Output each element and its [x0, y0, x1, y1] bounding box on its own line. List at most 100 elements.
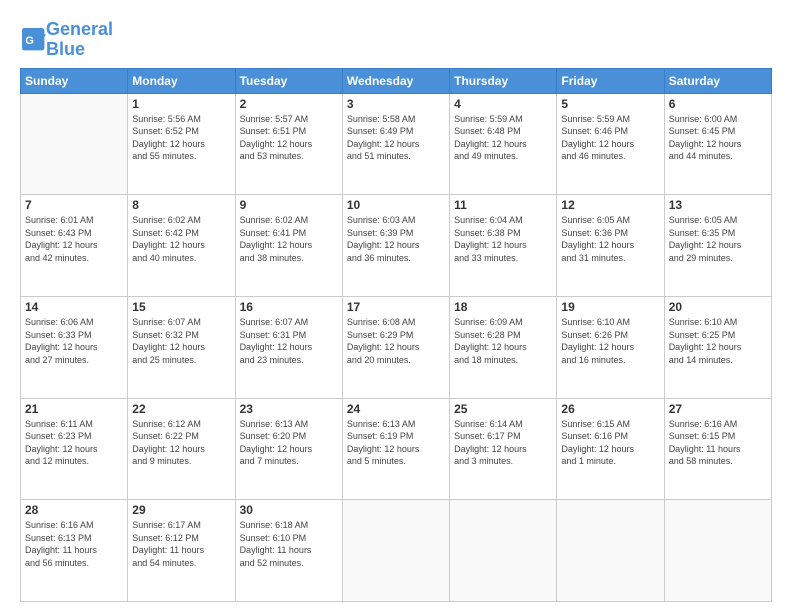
day-number: 21: [25, 402, 123, 416]
day-info: Sunrise: 6:01 AM Sunset: 6:43 PM Dayligh…: [25, 214, 123, 264]
day-number: 12: [561, 198, 659, 212]
weekday-header-row: SundayMondayTuesdayWednesdayThursdayFrid…: [21, 68, 772, 93]
day-number: 1: [132, 97, 230, 111]
day-info: Sunrise: 6:18 AM Sunset: 6:10 PM Dayligh…: [240, 519, 338, 569]
day-number: 17: [347, 300, 445, 314]
calendar-cell: 26 Sunrise: 6:15 AM Sunset: 6:16 PM Dayli…: [557, 398, 664, 500]
calendar-cell: 28 Sunrise: 6:16 AM Sunset: 6:13 PM Dayli…: [21, 500, 128, 602]
day-info: Sunrise: 5:56 AM Sunset: 6:52 PM Dayligh…: [132, 113, 230, 163]
calendar-cell: 25 Sunrise: 6:14 AM Sunset: 6:17 PM Dayli…: [450, 398, 557, 500]
day-number: 22: [132, 402, 230, 416]
day-number: 16: [240, 300, 338, 314]
day-number: 27: [669, 402, 767, 416]
day-info: Sunrise: 6:16 AM Sunset: 6:15 PM Dayligh…: [669, 418, 767, 468]
calendar-cell: 12 Sunrise: 6:05 AM Sunset: 6:36 PM Dayli…: [557, 195, 664, 297]
day-number: 28: [25, 503, 123, 517]
weekday-header-friday: Friday: [557, 68, 664, 93]
day-number: 2: [240, 97, 338, 111]
calendar-cell: 22 Sunrise: 6:12 AM Sunset: 6:22 PM Dayli…: [128, 398, 235, 500]
calendar-cell: 13 Sunrise: 6:05 AM Sunset: 6:35 PM Dayli…: [664, 195, 771, 297]
calendar-cell: [450, 500, 557, 602]
weekday-header-sunday: Sunday: [21, 68, 128, 93]
day-number: 26: [561, 402, 659, 416]
day-info: Sunrise: 6:09 AM Sunset: 6:28 PM Dayligh…: [454, 316, 552, 366]
day-info: Sunrise: 6:02 AM Sunset: 6:42 PM Dayligh…: [132, 214, 230, 264]
calendar-cell: 7 Sunrise: 6:01 AM Sunset: 6:43 PM Daylig…: [21, 195, 128, 297]
calendar-table: SundayMondayTuesdayWednesdayThursdayFrid…: [20, 68, 772, 602]
calendar-cell: 9Sunrise: 6:02 AM Sunset: 6:41 PM Daylig…: [235, 195, 342, 297]
day-info: Sunrise: 6:04 AM Sunset: 6:38 PM Dayligh…: [454, 214, 552, 264]
day-info: Sunrise: 6:14 AM Sunset: 6:17 PM Dayligh…: [454, 418, 552, 468]
calendar-cell: 23Sunrise: 6:13 AM Sunset: 6:20 PM Dayli…: [235, 398, 342, 500]
day-info: Sunrise: 6:03 AM Sunset: 6:39 PM Dayligh…: [347, 214, 445, 264]
calendar-cell: 27 Sunrise: 6:16 AM Sunset: 6:15 PM Dayli…: [664, 398, 771, 500]
calendar-week-3: 14 Sunrise: 6:06 AM Sunset: 6:33 PM Dayli…: [21, 296, 772, 398]
calendar-cell: 24Sunrise: 6:13 AM Sunset: 6:19 PM Dayli…: [342, 398, 449, 500]
calendar-cell: 29Sunrise: 6:17 AM Sunset: 6:12 PM Dayli…: [128, 500, 235, 602]
calendar-cell: [342, 500, 449, 602]
day-number: 5: [561, 97, 659, 111]
day-info: Sunrise: 5:59 AM Sunset: 6:48 PM Dayligh…: [454, 113, 552, 163]
day-number: 10: [347, 198, 445, 212]
calendar-cell: [664, 500, 771, 602]
day-info: Sunrise: 6:15 AM Sunset: 6:16 PM Dayligh…: [561, 418, 659, 468]
calendar-cell: 17Sunrise: 6:08 AM Sunset: 6:29 PM Dayli…: [342, 296, 449, 398]
calendar-cell: 2 Sunrise: 5:57 AM Sunset: 6:51 PM Daylig…: [235, 93, 342, 195]
calendar-week-5: 28 Sunrise: 6:16 AM Sunset: 6:13 PM Dayli…: [21, 500, 772, 602]
day-number: 7: [25, 198, 123, 212]
logo-icon: G: [22, 28, 46, 52]
calendar-body: 1 Sunrise: 5:56 AM Sunset: 6:52 PM Daylig…: [21, 93, 772, 601]
calendar-cell: 20 Sunrise: 6:10 AM Sunset: 6:25 PM Dayli…: [664, 296, 771, 398]
weekday-header-wednesday: Wednesday: [342, 68, 449, 93]
calendar-week-2: 7 Sunrise: 6:01 AM Sunset: 6:43 PM Daylig…: [21, 195, 772, 297]
day-info: Sunrise: 6:07 AM Sunset: 6:32 PM Dayligh…: [132, 316, 230, 366]
day-number: 13: [669, 198, 767, 212]
day-number: 15: [132, 300, 230, 314]
day-number: 3: [347, 97, 445, 111]
calendar-cell: 1 Sunrise: 5:56 AM Sunset: 6:52 PM Daylig…: [128, 93, 235, 195]
day-info: Sunrise: 6:10 AM Sunset: 6:26 PM Dayligh…: [561, 316, 659, 366]
day-info: Sunrise: 6:05 AM Sunset: 6:35 PM Dayligh…: [669, 214, 767, 264]
day-number: 14: [25, 300, 123, 314]
calendar-cell: [557, 500, 664, 602]
calendar-cell: 10 Sunrise: 6:03 AM Sunset: 6:39 PM Dayli…: [342, 195, 449, 297]
day-info: Sunrise: 6:13 AM Sunset: 6:19 PM Dayligh…: [347, 418, 445, 468]
day-number: 18: [454, 300, 552, 314]
day-info: Sunrise: 6:06 AM Sunset: 6:33 PM Dayligh…: [25, 316, 123, 366]
day-info: Sunrise: 6:17 AM Sunset: 6:12 PM Dayligh…: [132, 519, 230, 569]
day-info: Sunrise: 6:11 AM Sunset: 6:23 PM Dayligh…: [25, 418, 123, 468]
day-number: 25: [454, 402, 552, 416]
calendar-cell: [21, 93, 128, 195]
day-info: Sunrise: 5:59 AM Sunset: 6:46 PM Dayligh…: [561, 113, 659, 163]
weekday-header-thursday: Thursday: [450, 68, 557, 93]
day-info: Sunrise: 6:05 AM Sunset: 6:36 PM Dayligh…: [561, 214, 659, 264]
weekday-header-tuesday: Tuesday: [235, 68, 342, 93]
day-info: Sunrise: 6:16 AM Sunset: 6:13 PM Dayligh…: [25, 519, 123, 569]
calendar-cell: 8 Sunrise: 6:02 AM Sunset: 6:42 PM Daylig…: [128, 195, 235, 297]
calendar-cell: 6 Sunrise: 6:00 AM Sunset: 6:45 PM Daylig…: [664, 93, 771, 195]
day-number: 23: [240, 402, 338, 416]
logo: G General Blue: [20, 20, 113, 60]
calendar-cell: 4Sunrise: 5:59 AM Sunset: 6:48 PM Daylig…: [450, 93, 557, 195]
calendar-cell: 30 Sunrise: 6:18 AM Sunset: 6:10 PM Dayli…: [235, 500, 342, 602]
calendar-cell: 19 Sunrise: 6:10 AM Sunset: 6:26 PM Dayli…: [557, 296, 664, 398]
day-number: 19: [561, 300, 659, 314]
day-number: 20: [669, 300, 767, 314]
day-info: Sunrise: 6:00 AM Sunset: 6:45 PM Dayligh…: [669, 113, 767, 163]
calendar-cell: 18 Sunrise: 6:09 AM Sunset: 6:28 PM Dayli…: [450, 296, 557, 398]
calendar-week-1: 1 Sunrise: 5:56 AM Sunset: 6:52 PM Daylig…: [21, 93, 772, 195]
day-info: Sunrise: 5:57 AM Sunset: 6:51 PM Dayligh…: [240, 113, 338, 163]
calendar-cell: 3Sunrise: 5:58 AM Sunset: 6:49 PM Daylig…: [342, 93, 449, 195]
day-info: Sunrise: 6:12 AM Sunset: 6:22 PM Dayligh…: [132, 418, 230, 468]
day-info: Sunrise: 6:10 AM Sunset: 6:25 PM Dayligh…: [669, 316, 767, 366]
svg-text:G: G: [25, 35, 34, 47]
day-number: 6: [669, 97, 767, 111]
calendar-cell: 11 Sunrise: 6:04 AM Sunset: 6:38 PM Dayli…: [450, 195, 557, 297]
day-number: 30: [240, 503, 338, 517]
weekday-header-monday: Monday: [128, 68, 235, 93]
day-number: 11: [454, 198, 552, 212]
day-number: 8: [132, 198, 230, 212]
day-info: Sunrise: 6:07 AM Sunset: 6:31 PM Dayligh…: [240, 316, 338, 366]
day-number: 9: [240, 198, 338, 212]
calendar-cell: 21 Sunrise: 6:11 AM Sunset: 6:23 PM Dayli…: [21, 398, 128, 500]
